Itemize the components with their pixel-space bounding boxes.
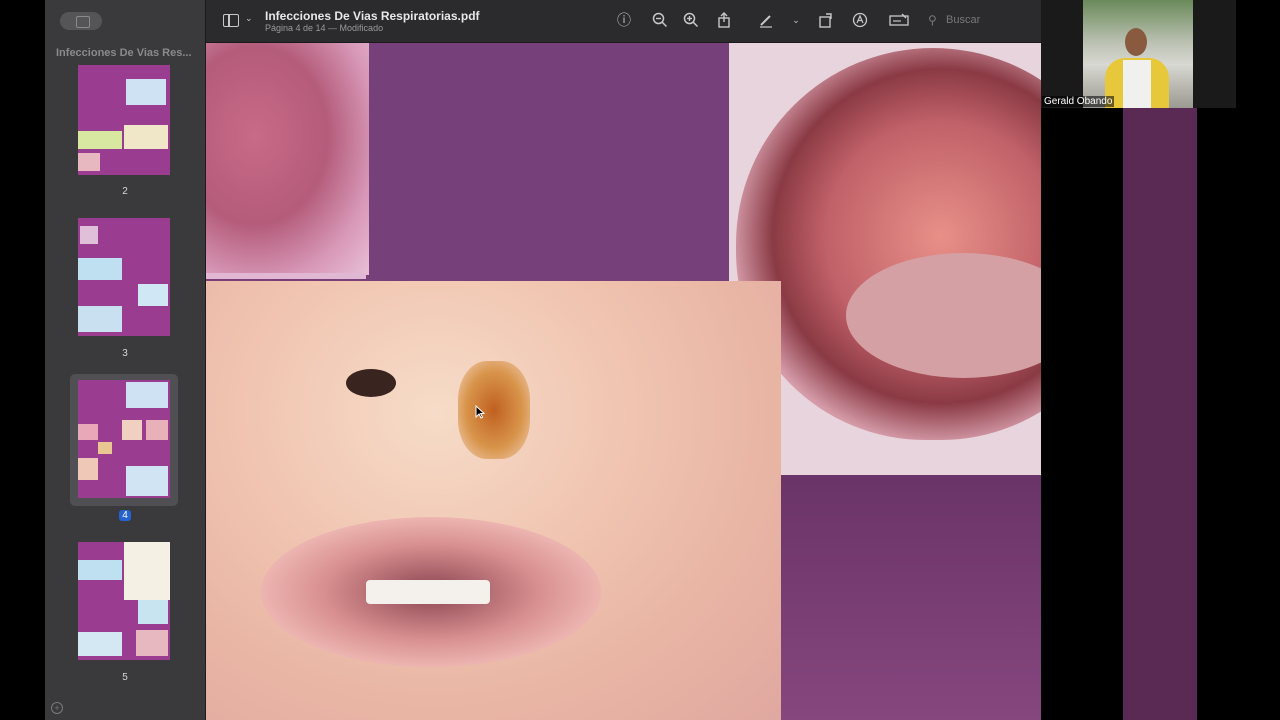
page-number-label: 2 [122,186,128,197]
sidebar-icon[interactable] [223,14,239,27]
thumbnail-sidebar: Infecciones De Vias Res... 2 3 4 5 + [45,0,206,720]
webcam-tile: Gerald Obando [1041,0,1236,108]
mouth-photo-border [206,273,366,279]
thumb-slide-image [98,442,112,454]
page-thumbnail-5[interactable] [78,542,170,660]
rotate-icon[interactable] [818,12,834,28]
thumb-slide-image [78,458,98,480]
preview-window: Infecciones De Vias Res... 2 3 4 5 + ⌄ I… [45,0,1041,720]
thumb-slide-image [124,542,170,600]
page-number-label: 4 [45,510,205,521]
thumb-slide-image [124,125,168,149]
page-number-label: 5 [122,672,128,683]
thumb-slide-image [78,258,122,280]
info-icon[interactable]: ⓘ [616,12,632,28]
thumb-slide-image [78,131,122,149]
document-subtitle: Página 4 de 14 — Modificado [265,23,384,33]
teeth [366,580,490,604]
zoom-in-icon[interactable] [683,12,699,28]
document-title: Infecciones De Vias Respiratorias.pdf [265,9,480,23]
page-number-label: 3 [122,348,128,359]
participant-name: Gerald Obando [1042,96,1115,107]
webcam-video [1083,0,1193,108]
zoom-out-icon[interactable] [652,12,668,28]
slide-background [781,475,1041,720]
chevron-down-icon[interactable]: ⌄ [245,13,253,24]
thumb-slide-image [78,153,100,171]
page-thumbnail-4[interactable] [78,380,170,498]
slide-background [369,43,729,281]
highlighter-icon[interactable] [758,12,774,28]
thumb-slide-image [78,632,122,656]
mouth-photo-top-left [206,43,369,275]
thumb-slide-image [80,226,98,244]
sidebar-title: Infecciones De Vias Res... [56,47,192,59]
participant-head [1125,28,1147,56]
thumb-slide-image [136,630,168,656]
search-icon: ⚲ [928,13,937,27]
sidebar-toggle-button[interactable] [60,12,102,30]
thumb-slide-image [126,79,166,105]
thumb-slide-image [126,382,168,408]
search-input[interactable]: ⚲ Buscar [928,13,1028,29]
mouse-cursor [475,404,486,424]
search-placeholder: Buscar [946,14,981,26]
page-thumbnail-2[interactable] [78,65,170,175]
thumb-slide-image [122,420,142,440]
page-thumbnail-3[interactable] [78,218,170,336]
nostril-lesion [458,361,530,459]
toolbar: ⌄ Infecciones De Vias Respiratorias.pdf … [206,0,1041,43]
sidebar-icon [76,16,90,28]
form-icon[interactable] [889,12,909,28]
thumb-slide-image [78,424,98,440]
document-page[interactable] [206,43,1041,720]
markup-icon[interactable] [852,12,868,28]
share-icon[interactable] [716,12,732,28]
nostril-left [346,369,396,397]
participant-shirt [1123,60,1151,108]
thumb-slide-image [146,420,168,440]
thumb-slide-image [138,600,168,624]
chevron-down-icon[interactable]: ⌄ [788,12,804,28]
add-page-button[interactable]: + [51,702,63,714]
thumb-slide-image [78,560,122,580]
thumb-slide-image [78,306,122,332]
thumb-slide-image [126,466,168,496]
slide-background-right [1123,108,1197,720]
thumb-slide-image [138,284,168,306]
